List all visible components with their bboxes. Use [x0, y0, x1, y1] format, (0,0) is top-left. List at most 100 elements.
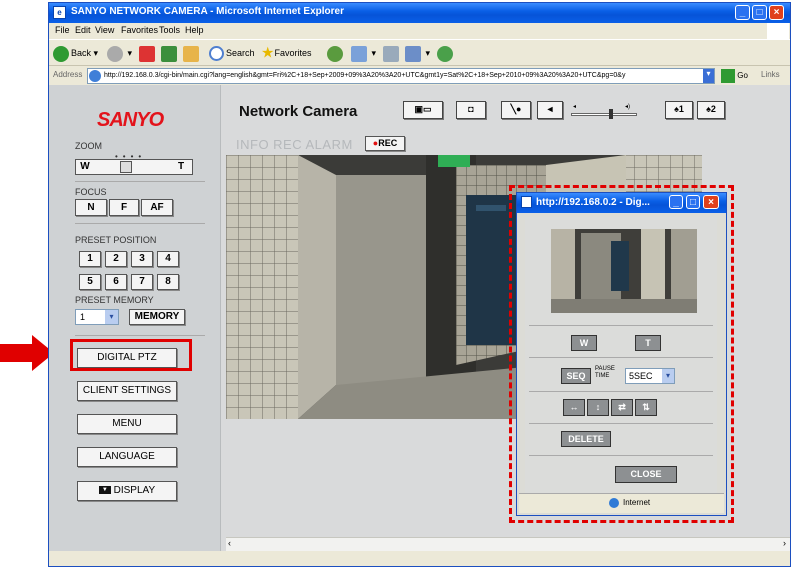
zoom-tele-button[interactable]: T: [174, 160, 188, 174]
screen-layout-button[interactable]: ▣▭: [403, 101, 443, 119]
close-button[interactable]: CLOSE: [615, 466, 677, 483]
preset-8-button[interactable]: 8: [157, 274, 179, 290]
preset-memory-select[interactable]: 1 ▾: [75, 309, 119, 325]
zoom-slider-thumb[interactable]: [120, 161, 132, 173]
links-label[interactable]: Links: [761, 70, 780, 79]
close-icon[interactable]: ×: [769, 5, 784, 20]
horizontal-scrollbar[interactable]: ‹ ›: [226, 537, 790, 551]
pause-time-select[interactable]: 5SEC ▾: [625, 368, 675, 384]
zoom-slider[interactable]: W T: [75, 159, 193, 175]
rec-button[interactable]: ●REC: [365, 136, 405, 151]
messenger-button[interactable]: [437, 43, 455, 63]
forward-button[interactable]: ▾: [107, 43, 132, 63]
divider: [529, 423, 713, 424]
loop-arrows-icon: ⇅: [642, 402, 650, 412]
volume-thumb[interactable]: [609, 109, 613, 119]
edit-button[interactable]: ▾: [405, 43, 430, 63]
preset-1-button[interactable]: 1: [79, 251, 101, 267]
alarm-1-button[interactable]: ♠1: [665, 101, 693, 119]
preset-memory-value: 1: [80, 312, 86, 322]
chevron-down-icon[interactable]: ▾: [662, 369, 674, 383]
preset-3-button[interactable]: 3: [131, 251, 153, 267]
language-button[interactable]: LANGUAGE: [77, 447, 177, 467]
menu-help[interactable]: Help: [185, 25, 204, 35]
display-button[interactable]: ▼ DISPLAY: [77, 481, 177, 501]
address-dropdown-icon[interactable]: ▾: [703, 69, 714, 83]
zoom-wide-button[interactable]: W: [78, 160, 92, 174]
preset-4-button[interactable]: 4: [157, 251, 179, 267]
maximize-icon[interactable]: □: [752, 5, 767, 20]
go-arrow-icon: [721, 68, 735, 83]
zigzag-arrows-icon: ⇄: [618, 402, 626, 412]
ie-icon: e: [53, 6, 66, 19]
refresh-button[interactable]: [161, 43, 179, 63]
back-button[interactable]: Back ▾: [53, 43, 98, 63]
windows-logo-icon: [767, 23, 789, 39]
menu-view[interactable]: View: [95, 25, 114, 35]
client-settings-button[interactable]: CLIENT SETTINGS: [77, 381, 177, 401]
ptz-thumbnail[interactable]: [551, 229, 697, 313]
close-icon[interactable]: ×: [703, 195, 719, 209]
control-panel: SANYO ZOOM •••• W T FOCUS N F AF PRESET …: [49, 85, 221, 551]
divider: [529, 325, 713, 326]
status-indicators: INFO REC ALARM: [236, 137, 353, 152]
callout-arrow: [0, 344, 32, 362]
forward-arrow-icon: [107, 45, 123, 62]
seq-button[interactable]: SEQ: [561, 368, 591, 384]
speaker-button[interactable]: ◄: [537, 101, 563, 119]
alarm-2-button[interactable]: ♠2: [697, 101, 725, 119]
divider: [529, 357, 713, 358]
go-button[interactable]: Go: [721, 68, 757, 84]
delete-button[interactable]: DELETE: [561, 431, 611, 447]
microphone-button[interactable]: ╲●: [501, 101, 531, 119]
stop-button[interactable]: [139, 43, 157, 63]
mail-button[interactable]: ▾: [351, 43, 376, 63]
preset-6-button[interactable]: 6: [105, 274, 127, 290]
favorites-button[interactable]: ★Favorites: [261, 43, 311, 63]
preset-5-button[interactable]: 5: [79, 274, 101, 290]
scroll-left-icon[interactable]: ‹: [228, 538, 231, 548]
popup-body: W T SEQ PAUSE TIME 5SEC ▾ ↔ ↕ ⇄ ⇅ DELETE…: [525, 217, 717, 493]
ie-icon: [521, 196, 532, 208]
preset-7-button[interactable]: 7: [131, 274, 153, 290]
pan-vertical-button[interactable]: ↕: [587, 399, 609, 416]
address-label: Address: [53, 70, 83, 79]
horizontal-arrows-icon: ↔: [569, 402, 579, 412]
pan-zigzag-button[interactable]: ⇄: [611, 399, 633, 416]
volume-slider[interactable]: ◂ ◂): [569, 103, 639, 119]
ptz-zoom-tele-button[interactable]: T: [635, 335, 661, 351]
minimize-icon[interactable]: _: [735, 5, 750, 20]
menu-favorites[interactable]: Favorites: [121, 25, 158, 35]
digital-ptz-highlight: [70, 339, 192, 371]
menu-tools[interactable]: Tools: [159, 25, 180, 35]
chevron-down-icon[interactable]: ▾: [105, 310, 118, 324]
toolbar: Back ▾ ▾ Search ★Favorites ▾ ▾: [49, 39, 790, 65]
pan-horizontal-button[interactable]: ↔: [563, 399, 585, 416]
page-icon: [89, 70, 101, 82]
menu-file[interactable]: File: [55, 25, 70, 35]
ptz-zoom-wide-button[interactable]: W: [571, 335, 597, 351]
camera-icon: ◘: [468, 104, 474, 114]
focus-label: FOCUS: [75, 187, 107, 197]
volume-track: [571, 113, 637, 116]
display-label: DISPLAY: [113, 485, 156, 496]
minimize-icon[interactable]: _: [669, 195, 683, 209]
pan-loop-button[interactable]: ⇅: [635, 399, 657, 416]
popup-title: http://192.168.0.2 - Dig...: [536, 197, 650, 208]
focus-far-button[interactable]: F: [109, 199, 139, 216]
edit-icon: [405, 45, 421, 62]
preset-2-button[interactable]: 2: [105, 251, 127, 267]
print-button[interactable]: [383, 43, 401, 63]
auto-focus-button[interactable]: AF: [141, 199, 173, 216]
menu-edit[interactable]: Edit: [75, 25, 91, 35]
memory-button[interactable]: MEMORY: [129, 309, 185, 325]
home-button[interactable]: [183, 43, 201, 63]
maximize-icon[interactable]: □: [686, 195, 700, 209]
menu-button[interactable]: MENU: [77, 414, 177, 434]
address-input[interactable]: http://192.168.0.3/cgi-bin/main.cgi?lang…: [87, 68, 715, 84]
focus-near-button[interactable]: N: [75, 199, 107, 216]
snapshot-button[interactable]: ◘: [456, 101, 486, 119]
search-button[interactable]: Search: [209, 43, 255, 63]
history-button[interactable]: [327, 43, 345, 63]
scroll-right-icon[interactable]: ›: [783, 538, 786, 548]
